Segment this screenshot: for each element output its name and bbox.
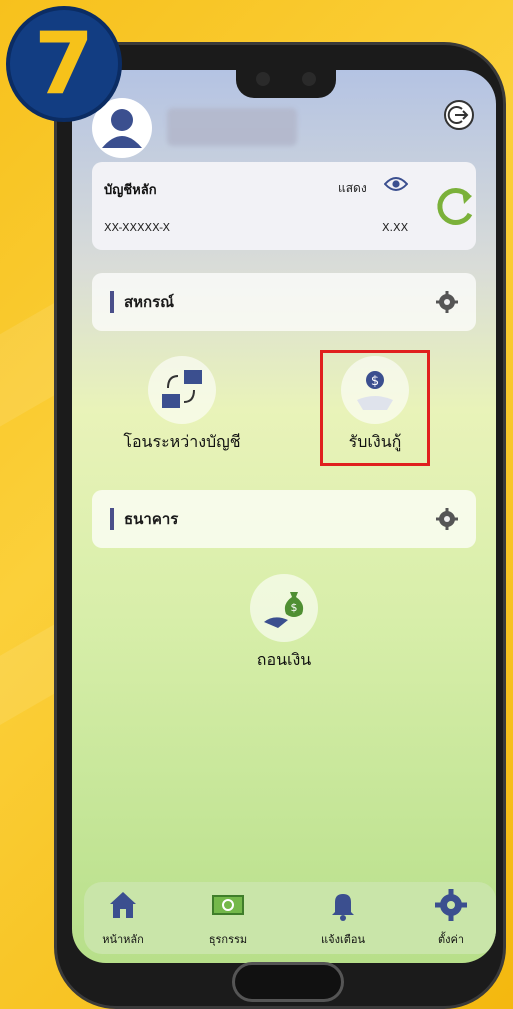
- nav-transactions[interactable]: ธุรกรรม: [193, 888, 263, 948]
- nav-notifications-label: แจ้งเตือน: [321, 933, 365, 946]
- bank-section-header: ธนาคาร: [92, 490, 476, 548]
- nav-home-label: หน้าหลัก: [102, 933, 144, 946]
- gear-icon[interactable]: [435, 507, 459, 531]
- front-camera: [256, 72, 270, 86]
- withdraw-button[interactable]: $ ถอนเงิน: [234, 574, 334, 673]
- nav-home[interactable]: หน้าหลัก: [88, 888, 158, 948]
- banknote-icon: [212, 895, 244, 915]
- account-balance: X.XX: [382, 221, 409, 234]
- gear-icon[interactable]: [435, 290, 459, 314]
- transfer-icon-circle: [148, 356, 216, 424]
- transfer-icon: [162, 370, 202, 408]
- main-account-card[interactable]: บัญชีหลัก แสดง XX-XXXXX-X X.XX: [92, 162, 476, 250]
- show-balance-label[interactable]: แสดง: [338, 179, 367, 198]
- cooperative-section-header: สหกรณ์: [92, 273, 476, 331]
- section-marker: [110, 508, 114, 530]
- logout-button[interactable]: [444, 100, 474, 130]
- front-camera: [302, 72, 316, 86]
- gear-icon: [435, 889, 467, 921]
- app-screen: บัญชีหลัก แสดง XX-XXXXX-X X.XX สหกรณ์ โอ…: [72, 70, 496, 963]
- cooperative-section-title: สหกรณ์: [124, 293, 175, 311]
- withdraw-icon-circle: $: [250, 574, 318, 642]
- money-bag-hand-icon: $: [264, 592, 304, 628]
- phone-home-button: [232, 962, 344, 1002]
- eye-icon[interactable]: [384, 176, 408, 192]
- bank-section-title: ธนาคาร: [124, 510, 179, 528]
- home-icon: [110, 892, 136, 918]
- nav-settings[interactable]: ตั้งค่า: [416, 888, 486, 948]
- account-title: บัญชีหลัก: [104, 183, 157, 198]
- step-number-badge: 7: [6, 6, 122, 122]
- user-name-blurred: [167, 108, 297, 146]
- section-marker: [110, 291, 114, 313]
- refresh-icon[interactable]: [432, 184, 478, 230]
- transfer-between-accounts-button[interactable]: โอนระหว่างบัญชี: [107, 356, 257, 455]
- nav-notifications[interactable]: แจ้งเตือน: [308, 888, 378, 948]
- nav-settings-label: ตั้งค่า: [437, 933, 465, 946]
- transfer-label: โอนระหว่างบัญชี: [123, 432, 241, 451]
- logout-icon: [447, 106, 469, 124]
- withdraw-label: ถอนเงิน: [256, 650, 312, 669]
- highlight-box: [320, 350, 430, 466]
- nav-transactions-label: ธุรกรรม: [208, 933, 248, 946]
- bottom-navigation: หน้าหลัก ธุรกรรม แจ้งเตือน ตั้งค่า: [84, 882, 496, 954]
- phone-notch: [236, 58, 336, 98]
- bell-icon: [332, 894, 354, 921]
- account-number: XX-XXXXX-X: [104, 221, 171, 234]
- svg-text:$: $: [291, 601, 298, 614]
